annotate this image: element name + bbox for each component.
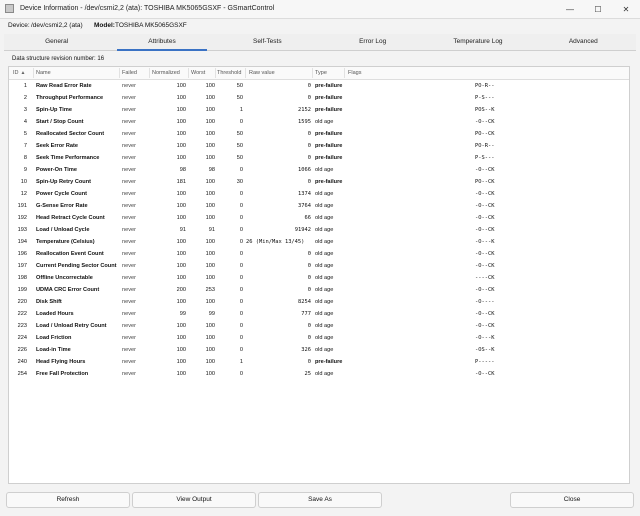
tab-attributes[interactable]: Attributes: [109, 34, 214, 51]
view-output-button[interactable]: View Output: [132, 492, 256, 508]
tab-general[interactable]: General: [4, 34, 109, 50]
table-row[interactable]: 197 Current Pending Sector Count never 1…: [9, 260, 629, 272]
table-row[interactable]: 223 Load / Unload Retry Count never 100 …: [9, 320, 629, 332]
column-header-threshold[interactable]: Threshold: [217, 70, 241, 76]
device-value: /dev/csmi2,2 (ata): [31, 22, 83, 29]
table-row[interactable]: 3 Spin-Up Time never 100 100 1 2152 pre-…: [9, 104, 629, 116]
tab-error-log[interactable]: Error Log: [320, 34, 425, 50]
table-row[interactable]: 196 Reallocation Event Count never 100 1…: [9, 248, 629, 260]
column-header-type[interactable]: Type: [315, 70, 327, 76]
model-value: TOSHIBA MK5065GSXF: [115, 22, 187, 29]
table-row[interactable]: 226 Load-in Time never 100 100 0 326 old…: [9, 344, 629, 356]
tab-self-tests[interactable]: Self-Tests: [215, 34, 320, 50]
table-row[interactable]: 224 Load Friction never 100 100 0 0 old …: [9, 332, 629, 344]
app-icon: [5, 4, 14, 13]
minimize-button[interactable]: —: [556, 0, 584, 18]
close-window-button[interactable]: ✕: [612, 0, 640, 18]
tab-bar: General Attributes Self-Tests Error Log …: [4, 34, 636, 51]
tab-advanced[interactable]: Advanced: [531, 34, 636, 50]
column-separator: [344, 68, 345, 78]
column-header-id[interactable]: ID ▲: [13, 70, 25, 76]
table-row[interactable]: 191 G-Sense Error Rate never 100 100 0 3…: [9, 200, 629, 212]
attributes-table: ID ▲ Name Failed Normalized Worst Thresho…: [8, 66, 630, 484]
table-row[interactable]: 1 Raw Read Error Rate never 100 100 50 0…: [9, 80, 629, 92]
table-row[interactable]: 198 Offline Uncorrectable never 100 100 …: [9, 272, 629, 284]
column-header-failed[interactable]: Failed: [122, 70, 137, 76]
table-row[interactable]: 12 Power Cycle Count never 100 100 0 137…: [9, 188, 629, 200]
table-row[interactable]: 10 Spin-Up Retry Count never 181 100 30 …: [9, 176, 629, 188]
table-row[interactable]: 193 Load / Unload Cycle never 91 91 0 91…: [9, 224, 629, 236]
button-bar: Refresh View Output Save As Close: [0, 490, 640, 512]
column-header-flags[interactable]: Flags: [348, 70, 361, 76]
table-body: 1 Raw Read Error Rate never 100 100 50 0…: [9, 80, 629, 380]
table-row[interactable]: 199 UDMA CRC Error Count never 200 253 0…: [9, 284, 629, 296]
revision-text: Data structure revision number: 16: [12, 56, 105, 62]
device-info-bar: Device: /dev/csmi2,2 (ata) Model: TOSHIB…: [0, 19, 640, 33]
column-separator: [215, 68, 216, 78]
column-separator: [149, 68, 150, 78]
column-separator: [119, 68, 120, 78]
window-title: Device Information - /dev/csmi2,2 (ata):…: [20, 5, 275, 12]
table-row[interactable]: 220 Disk Shift never 100 100 0 8254 old …: [9, 296, 629, 308]
column-header-raw-value[interactable]: Raw value: [249, 70, 275, 76]
window-titlebar: Device Information - /dev/csmi2,2 (ata):…: [0, 0, 640, 19]
tab-temperature-log[interactable]: Temperature Log: [425, 34, 530, 50]
table-row[interactable]: 254 Free Fall Protection never 100 100 0…: [9, 368, 629, 380]
column-separator: [245, 68, 246, 78]
table-row[interactable]: 8 Seek Time Performance never 100 100 50…: [9, 152, 629, 164]
maximize-button[interactable]: ☐: [584, 0, 612, 18]
device-label: Device:: [8, 22, 30, 29]
table-row[interactable]: 2 Throughput Performance never 100 100 5…: [9, 92, 629, 104]
sort-ascending-icon: ▲: [20, 70, 26, 76]
column-separator: [312, 68, 313, 78]
table-row[interactable]: 194 Temperature (Celsius) never 100 100 …: [9, 236, 629, 248]
column-separator: [188, 68, 189, 78]
table-row[interactable]: 4 Start / Stop Count never 100 100 0 159…: [9, 116, 629, 128]
table-row[interactable]: 192 Head Retract Cycle Count never 100 1…: [9, 212, 629, 224]
table-row[interactable]: 222 Loaded Hours never 99 99 0 777 old a…: [9, 308, 629, 320]
refresh-button[interactable]: Refresh: [6, 492, 130, 508]
table-row[interactable]: 9 Power-On Time never 98 98 0 1066 old a…: [9, 164, 629, 176]
column-header-worst[interactable]: Worst: [191, 70, 205, 76]
column-header-normalized[interactable]: Normalized: [152, 70, 180, 76]
table-row[interactable]: 5 Reallocated Sector Count never 100 100…: [9, 128, 629, 140]
column-separator: [33, 68, 34, 78]
save-as-button[interactable]: Save As: [258, 492, 382, 508]
model-label: Model:: [94, 22, 115, 29]
table-row[interactable]: 240 Head Flying Hours never 100 100 1 0 …: [9, 356, 629, 368]
table-row[interactable]: 7 Seek Error Rate never 100 100 50 0 pre…: [9, 140, 629, 152]
table-header: ID ▲ Name Failed Normalized Worst Thresho…: [9, 67, 629, 80]
column-header-name[interactable]: Name: [36, 70, 51, 76]
close-button[interactable]: Close: [510, 492, 634, 508]
